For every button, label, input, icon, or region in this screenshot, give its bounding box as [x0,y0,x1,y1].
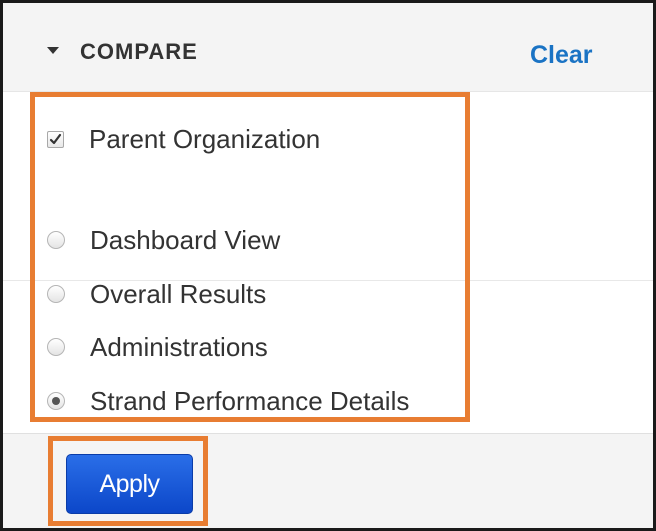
parent-organization-checkbox[interactable] [47,130,64,148]
overall-results-option[interactable]: Overall Results [47,278,266,310]
parent-organization-option[interactable]: Parent Organization [47,123,320,155]
apply-button[interactable]: Apply [66,454,193,514]
administrations-radio[interactable] [47,338,65,356]
compare-panel: COMPARE Clear Parent Organization Dashbo… [0,0,656,531]
administrations-label: Administrations [90,331,268,362]
caret-down-icon[interactable] [47,47,59,54]
checkmark-icon [49,133,62,144]
panel-header: COMPARE Clear [3,3,653,92]
dashboard-view-radio[interactable] [47,231,65,249]
administrations-option[interactable]: Administrations [47,331,268,363]
dashboard-view-option[interactable]: Dashboard View [47,224,280,256]
strand-performance-details-label: Strand Performance Details [90,385,410,416]
dashboard-view-label: Dashboard View [90,224,281,255]
strand-performance-details-option[interactable]: Strand Performance Details [47,385,409,417]
strand-performance-details-radio[interactable] [47,392,65,410]
overall-results-label: Overall Results [90,278,267,309]
clear-link[interactable]: Clear [530,41,593,70]
parent-organization-label: Parent Organization [89,123,321,154]
panel-title: COMPARE [80,39,198,64]
overall-results-radio[interactable] [47,285,65,303]
